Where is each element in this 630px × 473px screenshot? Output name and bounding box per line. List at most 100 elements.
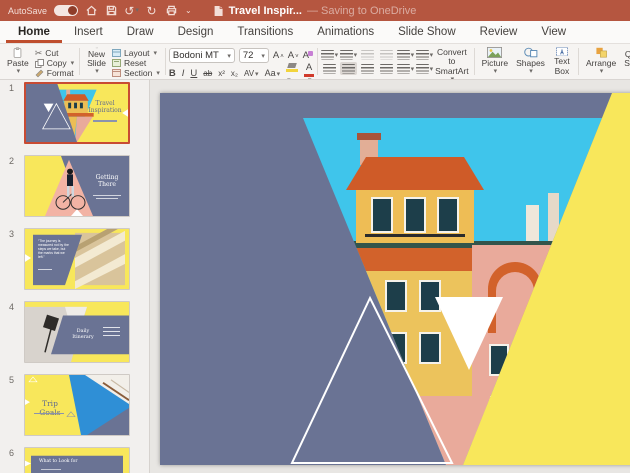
vertical-spacing-icon [397, 64, 409, 74]
shrink-font-button[interactable]: A [288, 51, 299, 61]
thumbnail-row-3: 3 “The journey is measured not by the st… [0, 228, 149, 290]
cut-button[interactable]: ✂Cut [35, 48, 74, 58]
numbering-button[interactable] [340, 48, 357, 61]
saving-status: — Saving to OneDrive [307, 5, 416, 17]
home-icon[interactable] [85, 4, 98, 17]
grow-font-button[interactable]: A [273, 51, 284, 61]
ribbon: Paste ✂Cut Copy Format New Slide Layout … [0, 44, 630, 80]
tab-design[interactable]: Design [166, 21, 226, 43]
thumbnail-row-4: 4 Daily Itinerary [0, 301, 149, 363]
font-family-combo[interactable]: Bodoni MT [169, 48, 235, 63]
shapes-label: Shapes [516, 59, 545, 68]
highlight-button[interactable] [286, 63, 298, 80]
print-icon[interactable] [165, 4, 178, 17]
titlebar: AutoSave ↺ ↻ ⌄ Travel Inspir... — Saving… [0, 0, 630, 21]
thumbnail-row-5: 5 Trip Goals [0, 374, 149, 436]
copy-button[interactable]: Copy [35, 58, 74, 68]
increase-indent-button[interactable] [378, 48, 395, 61]
text-direction-button[interactable] [416, 48, 433, 61]
clipboard-icon [10, 47, 25, 58]
copy-icon [35, 59, 44, 68]
tab-transitions[interactable]: Transitions [225, 21, 305, 43]
bold-button[interactable]: B [169, 69, 176, 79]
change-case-button[interactable]: Aa [265, 69, 281, 78]
shapes-button[interactable]: Shapes [514, 46, 547, 77]
tab-home[interactable]: Home [6, 21, 62, 43]
section-button[interactable]: Section [112, 68, 160, 78]
new-slide-button[interactable]: New Slide [85, 46, 108, 77]
align-center-button[interactable] [340, 62, 357, 75]
tab-insert[interactable]: Insert [62, 21, 115, 43]
tab-view[interactable]: View [529, 21, 578, 43]
tab-draw[interactable]: Draw [115, 21, 166, 43]
clear-formatting-button[interactable]: A [303, 51, 309, 61]
bold-glyph: B [169, 69, 176, 79]
section-icon [112, 69, 121, 77]
layout-button[interactable]: Layout [112, 48, 160, 58]
arrange-label: Arrange [586, 59, 616, 68]
character-spacing-button[interactable]: AV [244, 70, 259, 78]
reset-button[interactable]: Reset [112, 58, 160, 68]
justify-button[interactable] [378, 62, 395, 75]
slide-thumbnail-3[interactable]: “The journey is measured not by the step… [24, 228, 130, 290]
current-slide-canvas[interactable] [160, 93, 630, 465]
text-box-button[interactable]: Text Box [551, 46, 573, 77]
paragraph-group [321, 46, 433, 77]
redo-icon[interactable]: ↻ [145, 4, 158, 17]
smartart-label: Convert to SmartArt [435, 48, 469, 76]
italic-button[interactable]: I [182, 69, 185, 79]
font-color-button[interactable]: A [304, 63, 314, 80]
slide-thumbnail-5[interactable]: Trip Goals [24, 374, 130, 436]
slide-5-title: Trip Goals [31, 400, 69, 417]
shapes-icon [522, 47, 540, 58]
align-right-button[interactable] [359, 62, 376, 75]
slide-2-title: Getting There [90, 175, 124, 189]
undo-icon[interactable]: ↺ [125, 4, 138, 17]
slide-2-subtitle-line-1 [93, 195, 121, 196]
layout-icon [112, 49, 121, 57]
text-box-icon [553, 47, 571, 56]
arrange-icon [594, 47, 609, 58]
underline-button[interactable]: U [190, 69, 197, 79]
paste-label: Paste [7, 59, 29, 68]
slide-thumbnail-6[interactable]: What to Look for [24, 447, 130, 473]
slides-group: New Slide Layout Reset Section [83, 46, 162, 77]
arrange-button[interactable]: Arrange [584, 46, 618, 77]
scissors-icon: ✂ [35, 48, 43, 59]
slide-thumbnail-1[interactable]: Travel Inspiration [24, 82, 130, 144]
tab-review[interactable]: Review [468, 21, 530, 43]
text-direction-icon [416, 50, 428, 60]
font-size-combo[interactable]: 72 [239, 48, 269, 63]
convert-to-smartart-button[interactable]: Convert to SmartArt [433, 46, 471, 77]
format-painter-button[interactable]: Format [35, 68, 74, 78]
align-text-button[interactable] [416, 62, 433, 75]
slide-number-5: 5 [0, 374, 24, 436]
quick-styles-button[interactable]: Quick Styles [622, 46, 630, 77]
new-slide-label: New Slide [87, 50, 106, 69]
tab-animations[interactable]: Animations [305, 21, 386, 43]
paste-button[interactable]: Paste [5, 46, 31, 77]
align-left-button[interactable] [321, 62, 338, 75]
font-size-value: 72 [243, 50, 254, 61]
align-right-icon [361, 64, 374, 74]
format-painter-icon [35, 69, 44, 78]
line-spacing-button[interactable] [397, 48, 414, 61]
strikethrough-button[interactable]: ab [203, 70, 212, 78]
superscript-button[interactable]: x² [218, 70, 225, 78]
document-icon [214, 5, 224, 17]
subscript-button[interactable]: x₂ [231, 70, 238, 78]
bullets-button[interactable] [321, 48, 338, 61]
picture-button[interactable]: Picture [480, 46, 510, 77]
autosave-toggle[interactable] [54, 5, 78, 16]
slide-thumbnail-4[interactable]: Daily Itinerary [24, 301, 130, 363]
reset-icon [112, 59, 121, 67]
decrease-indent-button[interactable] [359, 48, 376, 61]
vertical-spacing-button[interactable] [397, 62, 414, 75]
save-icon[interactable] [105, 4, 118, 17]
tab-slideshow[interactable]: Slide Show [386, 21, 468, 43]
slide-number-3: 3 [0, 228, 24, 290]
slide-5-subtitle-line [34, 413, 64, 414]
customize-toolbar-caret[interactable]: ⌄ [185, 6, 192, 15]
slide-thumbnail-2[interactable]: Getting There [24, 155, 130, 217]
slide-6-title: What to Look for [39, 459, 89, 464]
